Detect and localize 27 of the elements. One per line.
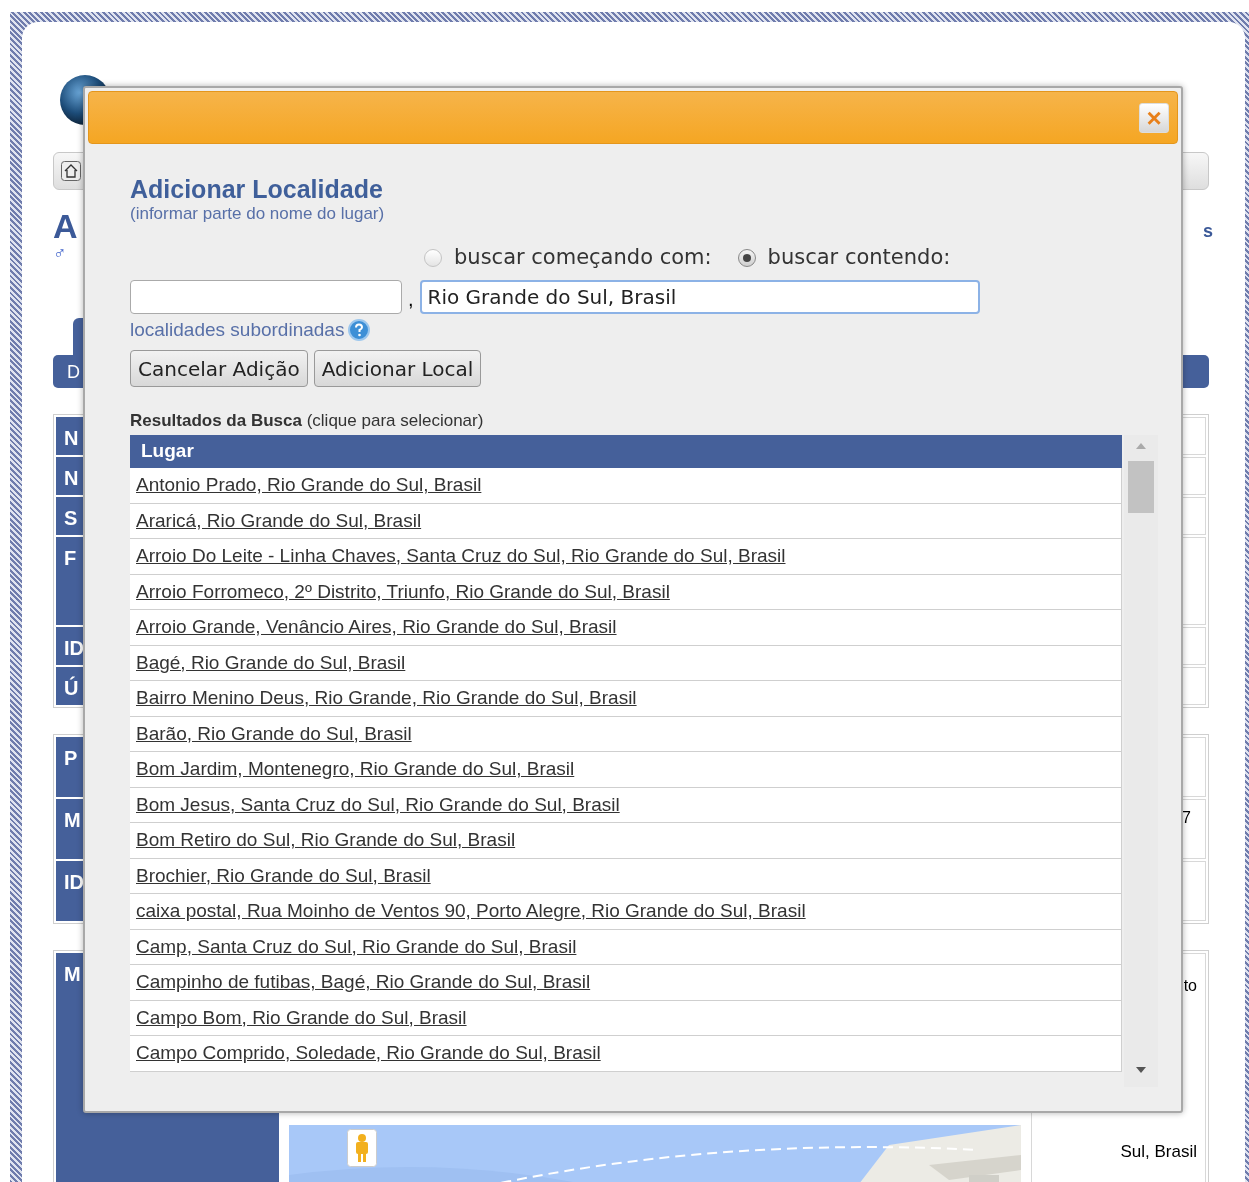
scroll-thumb[interactable]	[1128, 461, 1154, 513]
person-name: A	[53, 208, 78, 244]
cell-text: Sul, Brasil	[1120, 1140, 1197, 1163]
radio-label[interactable]: buscar começando com:	[454, 242, 712, 274]
radio-button[interactable]	[424, 248, 442, 267]
radio-button[interactable]	[737, 248, 756, 267]
dialog-title: Adicionar Localidade	[130, 174, 384, 204]
link-text[interactable]: s	[1203, 218, 1213, 245]
column-header: Lugar	[130, 435, 1122, 468]
action-button[interactable]: Adicionar Local	[313, 350, 482, 387]
scroll-up-icon[interactable]	[1136, 443, 1146, 449]
radio-label[interactable]: buscar contendo:	[767, 242, 951, 274]
scrollbar[interactable]	[1124, 435, 1158, 1087]
results-caption: Resultados da Busca (clique para selecionar)	[130, 411, 485, 431]
dialog-subtitle: (informar parte do nome do lugar)	[130, 204, 386, 224]
action-button[interactable]: Cancelar Adição	[130, 350, 308, 387]
sub-locations-link[interactable]: localidades subordinadas	[130, 315, 345, 344]
separator-text: ,	[408, 286, 414, 312]
cell-text: 7	[1182, 808, 1191, 828]
gender-symbol: ♂	[53, 244, 68, 262]
person-icon[interactable]	[347, 1129, 377, 1167]
home-icon[interactable]	[61, 161, 81, 181]
place-name-field[interactable]	[130, 279, 402, 314]
scroll-down-icon[interactable]	[1136, 1067, 1146, 1073]
help-icon[interactable]	[348, 318, 371, 341]
cell-text: to	[1183, 976, 1197, 996]
place-search-field[interactable]: Rio Grande do Sul, Brasil	[419, 279, 980, 314]
